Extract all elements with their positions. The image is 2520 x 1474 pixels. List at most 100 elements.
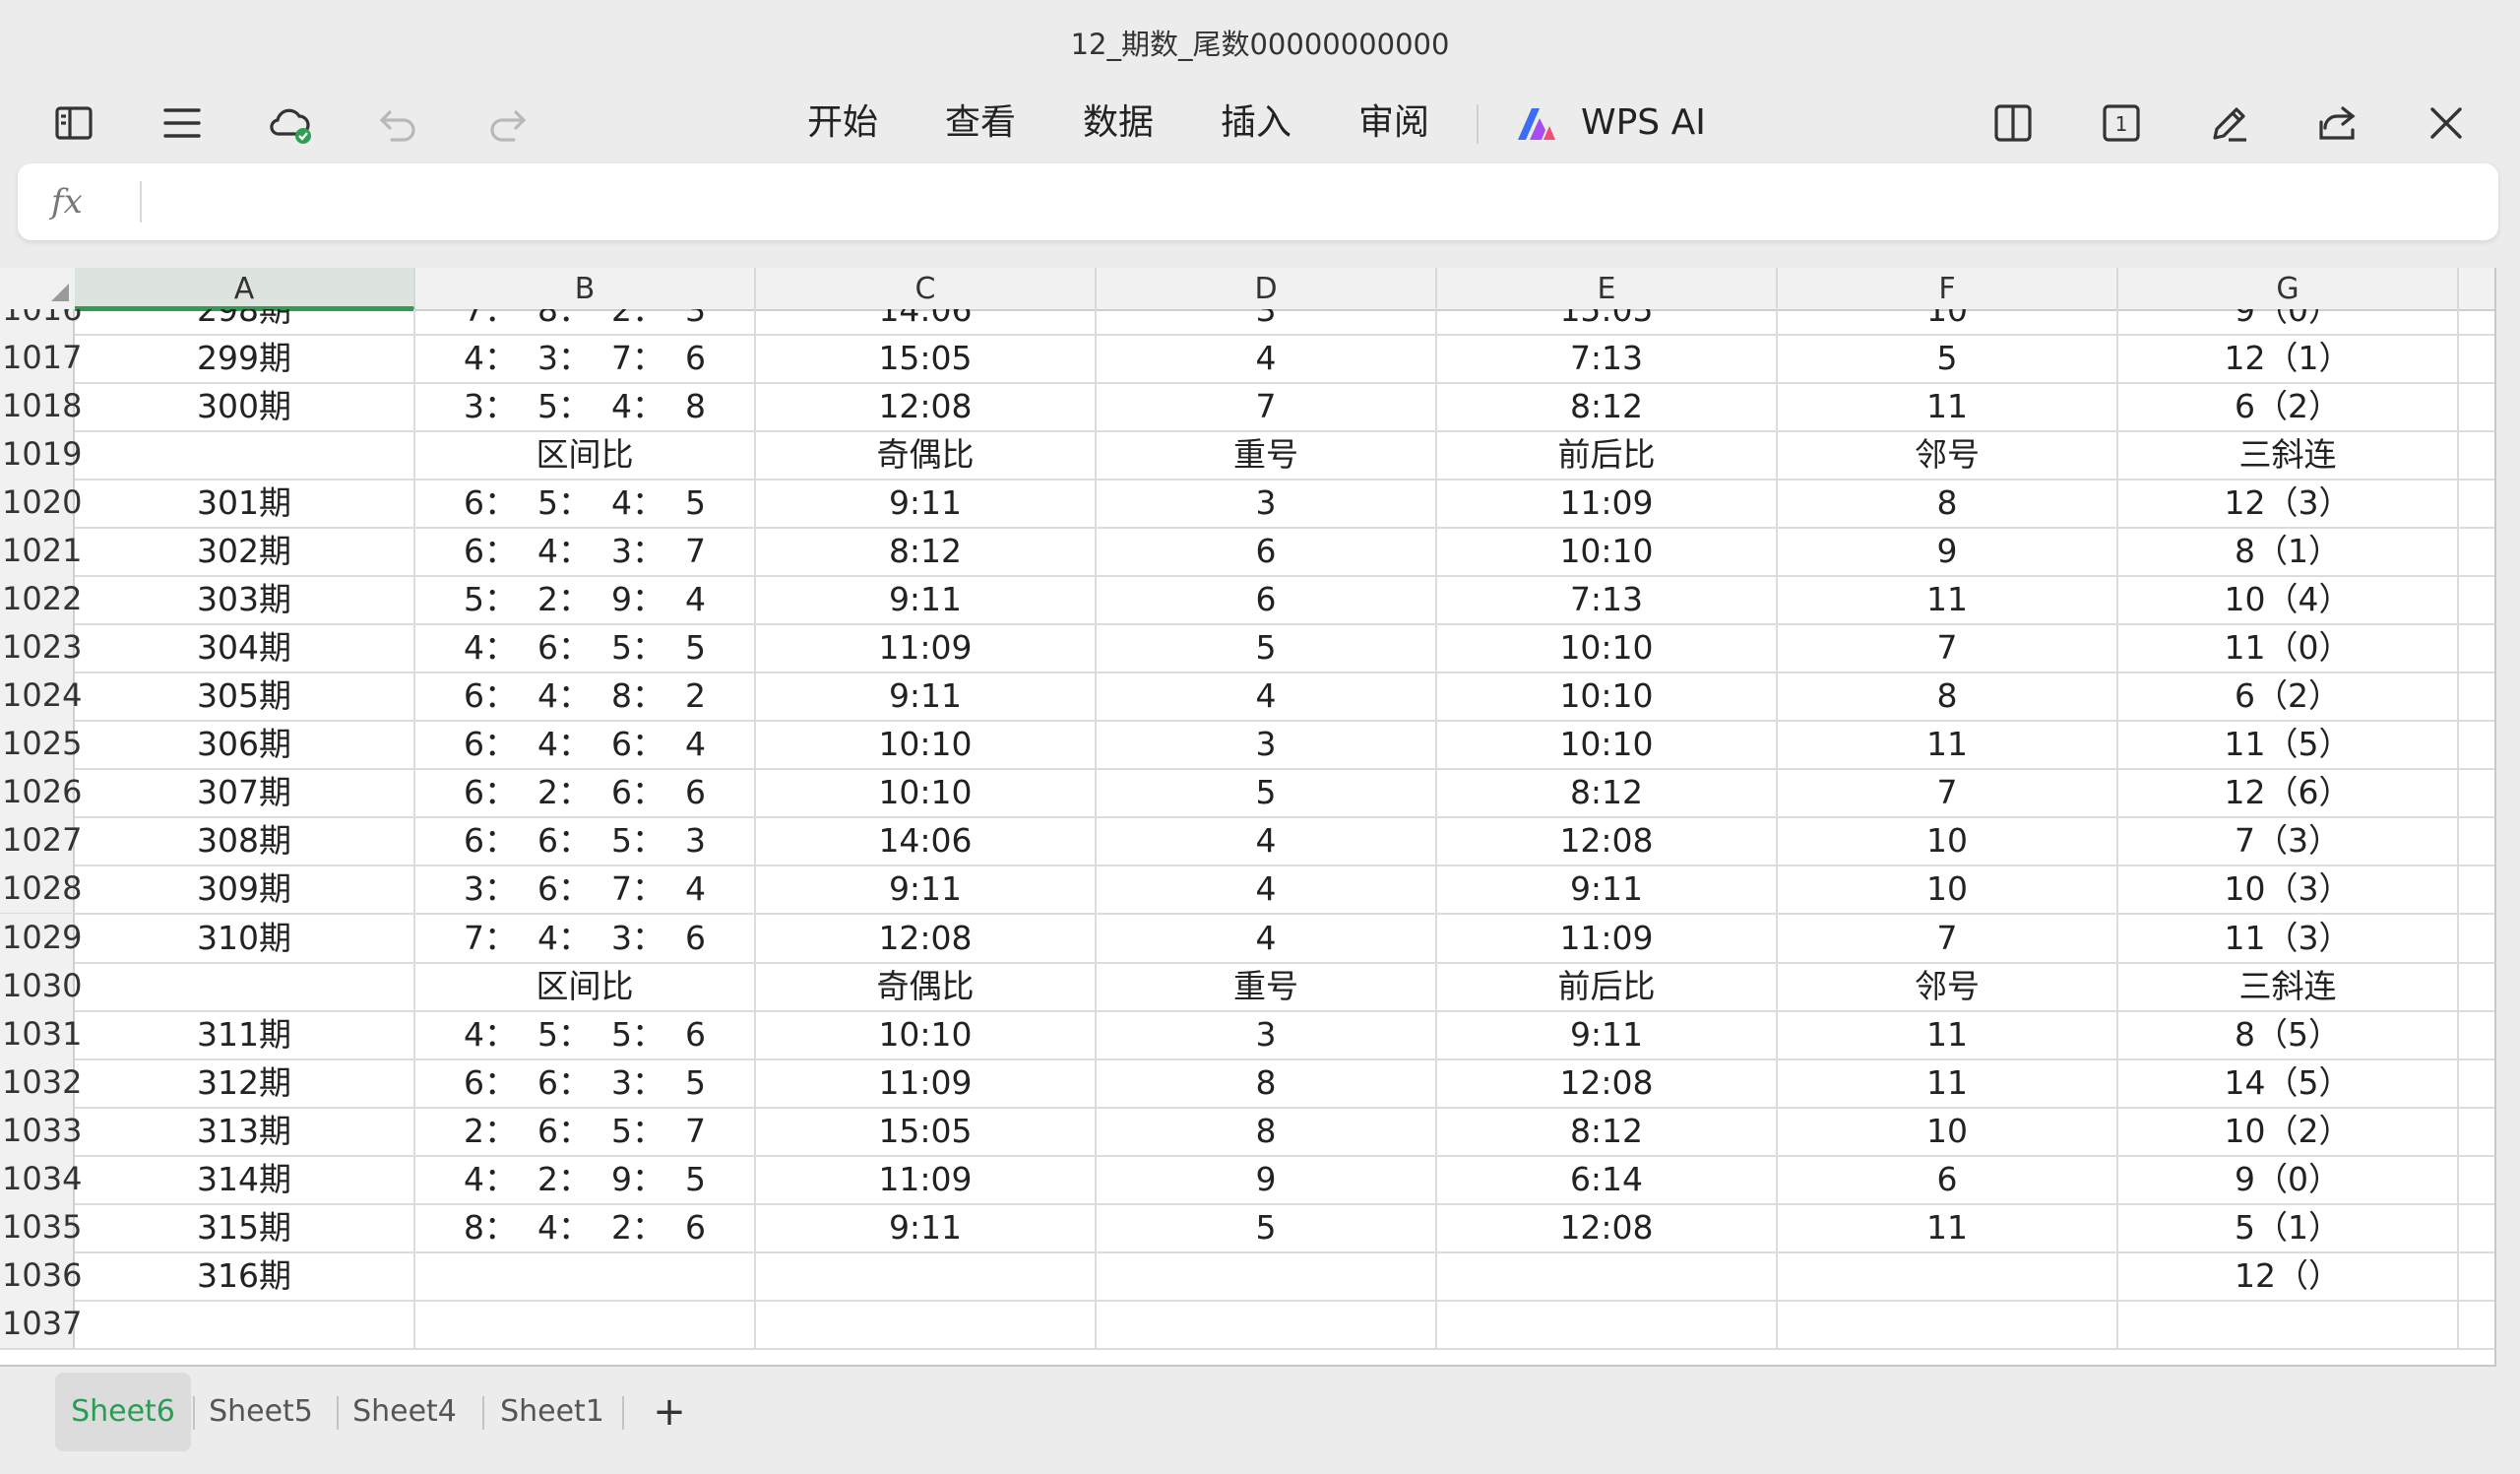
cell-g[interactable]: 9（0）: [2118, 1154, 2459, 1203]
cell-d[interactable]: 5: [1097, 623, 1437, 673]
row-number[interactable]: 1036: [0, 1250, 82, 1300]
formula-input[interactable]: [156, 171, 2483, 234]
cell-d[interactable]: 7: [1097, 382, 1437, 431]
cell-f[interactable]: 邻号: [1778, 430, 2118, 480]
menu-review[interactable]: 审阅: [1358, 89, 1429, 158]
cell-g[interactable]: 11（0）: [2118, 623, 2459, 673]
pen-icon[interactable]: [2197, 91, 2262, 156]
cell-a[interactable]: 314期: [75, 1154, 415, 1203]
cell-b[interactable]: 区间比: [415, 430, 756, 480]
cell-b[interactable]: 6： 4： 8： 2: [415, 672, 756, 721]
row-number[interactable]: 1019: [0, 430, 82, 480]
cell-d[interactable]: 6: [1097, 527, 1437, 576]
cell-c[interactable]: 奇偶比: [756, 961, 1097, 1010]
cell-b[interactable]: 4： 6： 5： 5: [415, 623, 756, 673]
cell-g[interactable]: 8（1）: [2118, 527, 2459, 576]
row-number[interactable]: 1027: [0, 816, 82, 865]
cell-c[interactable]: 11:09: [756, 1057, 1097, 1107]
cell-f[interactable]: 11: [1778, 1057, 2118, 1107]
cell-c[interactable]: 9:11: [756, 1202, 1097, 1251]
cell-f[interactable]: 11: [1778, 575, 2118, 624]
row-number[interactable]: 1016: [0, 309, 82, 334]
cell-f[interactable]: 10: [1778, 816, 2118, 865]
cell-c[interactable]: 9:11: [756, 672, 1097, 721]
row-number[interactable]: 1020: [0, 479, 82, 528]
cell-b[interactable]: 6： 6： 5： 3: [415, 816, 756, 865]
cell-g[interactable]: 14（5）: [2118, 1057, 2459, 1107]
row-number[interactable]: 1033: [0, 1106, 82, 1155]
select-all-corner[interactable]: [0, 268, 75, 309]
cell-d[interactable]: 3: [1097, 309, 1437, 334]
cell-d[interactable]: 重号: [1097, 430, 1437, 480]
cell-a[interactable]: 305期: [75, 672, 415, 721]
cell-f[interactable]: 6: [1778, 1154, 2118, 1203]
column-header-a[interactable]: A: [75, 268, 415, 311]
cell-g[interactable]: 三斜连: [2118, 961, 2459, 1010]
cell-e[interactable]: 8:12: [1437, 1106, 1778, 1155]
cell-c[interactable]: 10:10: [756, 720, 1097, 769]
column-header-c[interactable]: C: [756, 268, 1097, 309]
share-icon[interactable]: [2305, 91, 2370, 156]
cell-g[interactable]: 12（）: [2118, 1250, 2459, 1300]
cell-e[interactable]: 12:08: [1437, 816, 1778, 865]
cell-b[interactable]: 6： 2： 6： 6: [415, 768, 756, 817]
row-number[interactable]: 1028: [0, 865, 82, 914]
cell-b[interactable]: [415, 1250, 756, 1300]
cell-b[interactable]: 4： 3： 7： 6: [415, 334, 756, 383]
row-number[interactable]: 1023: [0, 623, 82, 673]
cell-a[interactable]: [75, 1299, 415, 1348]
cell-a[interactable]: 307期: [75, 768, 415, 817]
cell-c[interactable]: 9:11: [756, 865, 1097, 914]
row-number[interactable]: 1029: [0, 913, 82, 962]
cell-d[interactable]: 4: [1097, 913, 1437, 962]
menu-icon[interactable]: [150, 91, 215, 156]
cell-g[interactable]: 10（2）: [2118, 1106, 2459, 1155]
cell-a[interactable]: 306期: [75, 720, 415, 769]
cell-c[interactable]: 10:10: [756, 768, 1097, 817]
cell-e[interactable]: 11:09: [1437, 913, 1778, 962]
cell-g[interactable]: 6（2）: [2118, 382, 2459, 431]
cell-a[interactable]: 301期: [75, 479, 415, 528]
menu-data[interactable]: 数据: [1083, 89, 1154, 158]
cell-b[interactable]: 6： 5： 4： 5: [415, 479, 756, 528]
sheet-tab-sheet4[interactable]: Sheet4: [345, 1373, 465, 1451]
cell-d[interactable]: 3: [1097, 720, 1437, 769]
cell-g[interactable]: 8（5）: [2118, 1009, 2459, 1058]
cell-f[interactable]: 10: [1778, 309, 2118, 334]
cell-f[interactable]: 9: [1778, 527, 2118, 576]
cell-e[interactable]: 12:08: [1437, 1202, 1778, 1251]
cell-b[interactable]: 4： 5： 5： 6: [415, 1009, 756, 1058]
cell-c[interactable]: 8:12: [756, 527, 1097, 576]
column-header-d[interactable]: D: [1097, 268, 1437, 309]
close-icon[interactable]: [2414, 91, 2479, 156]
cell-e[interactable]: 前后比: [1437, 430, 1778, 480]
menu-insert[interactable]: 插入: [1221, 89, 1292, 158]
cell-f[interactable]: 8: [1778, 479, 2118, 528]
cell-e[interactable]: 15:05: [1437, 309, 1778, 334]
cell-c[interactable]: 14:06: [756, 816, 1097, 865]
cell-e[interactable]: 10:10: [1437, 672, 1778, 721]
redo-icon[interactable]: [474, 91, 539, 156]
split-view-icon[interactable]: [1981, 91, 2046, 156]
cell-c[interactable]: 11:09: [756, 1154, 1097, 1203]
sidebar-icon[interactable]: [41, 91, 106, 156]
cell-e[interactable]: 9:11: [1437, 1009, 1778, 1058]
sheet-tab-sheet5[interactable]: Sheet5: [201, 1373, 321, 1451]
cell-e[interactable]: 10:10: [1437, 623, 1778, 673]
cell-c[interactable]: 9:11: [756, 575, 1097, 624]
cell-c[interactable]: 15:05: [756, 1106, 1097, 1155]
cell-e[interactable]: 10:10: [1437, 720, 1778, 769]
menu-home[interactable]: 开始: [807, 89, 878, 158]
cell-f[interactable]: 11: [1778, 382, 2118, 431]
row-number[interactable]: 1034: [0, 1154, 82, 1203]
cell-f[interactable]: 11: [1778, 720, 2118, 769]
cell-c[interactable]: 15:05: [756, 334, 1097, 383]
cell-a[interactable]: 313期: [75, 1106, 415, 1155]
row-number[interactable]: 1026: [0, 768, 82, 817]
cell-g[interactable]: 7（3）: [2118, 816, 2459, 865]
cell-d[interactable]: 重号: [1097, 961, 1437, 1010]
cell-f[interactable]: 8: [1778, 672, 2118, 721]
cell-d[interactable]: 6: [1097, 575, 1437, 624]
cell-e[interactable]: 8:12: [1437, 382, 1778, 431]
cell-c[interactable]: 11:09: [756, 623, 1097, 673]
